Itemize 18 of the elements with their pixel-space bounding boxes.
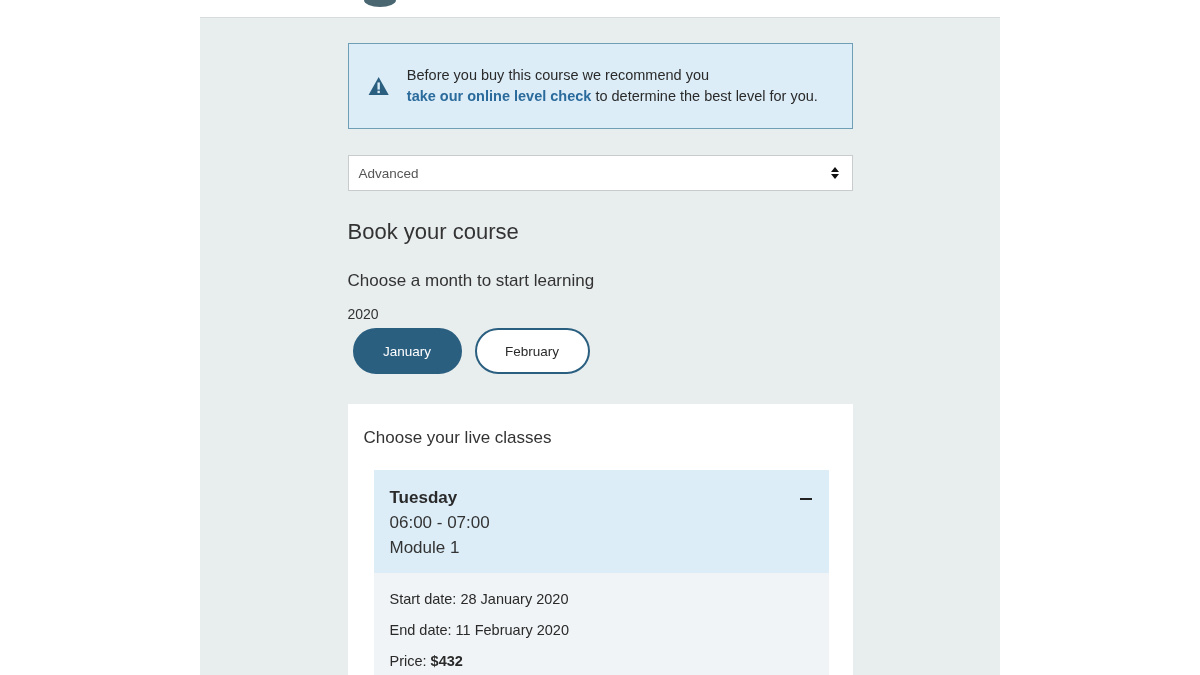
class-accordion-header[interactable]: Tuesday 06:00 - 07:00 Module 1 (373, 470, 829, 573)
card-title: Choose your live classes (363, 428, 553, 448)
class-day: Tuesday (389, 488, 490, 508)
class-time: 06:00 - 07:00 (389, 513, 490, 533)
level-check-link[interactable]: take our online level check (406, 88, 592, 104)
class-detail: End date: 11 February 2020 (389, 622, 570, 638)
month-button[interactable]: February (474, 328, 590, 374)
class-detail: Start date: 28 January 2020 (389, 591, 570, 607)
class-module: Module 1 (389, 538, 461, 558)
sort-arrows-icon (830, 167, 839, 179)
section-heading: Book your course (347, 219, 520, 245)
month-prompt: Choose a month to start learning (347, 271, 596, 291)
level-select[interactable]: Advanced (347, 155, 853, 191)
year-label: 2020 (347, 306, 380, 322)
logo-icon (362, 0, 398, 8)
alert-message: Before you buy this course we recommend you take our online level check to determine the best level for you. (406, 66, 819, 106)
month-button[interactable]: January (352, 328, 462, 374)
class-detail: Price: $432 (389, 653, 464, 669)
